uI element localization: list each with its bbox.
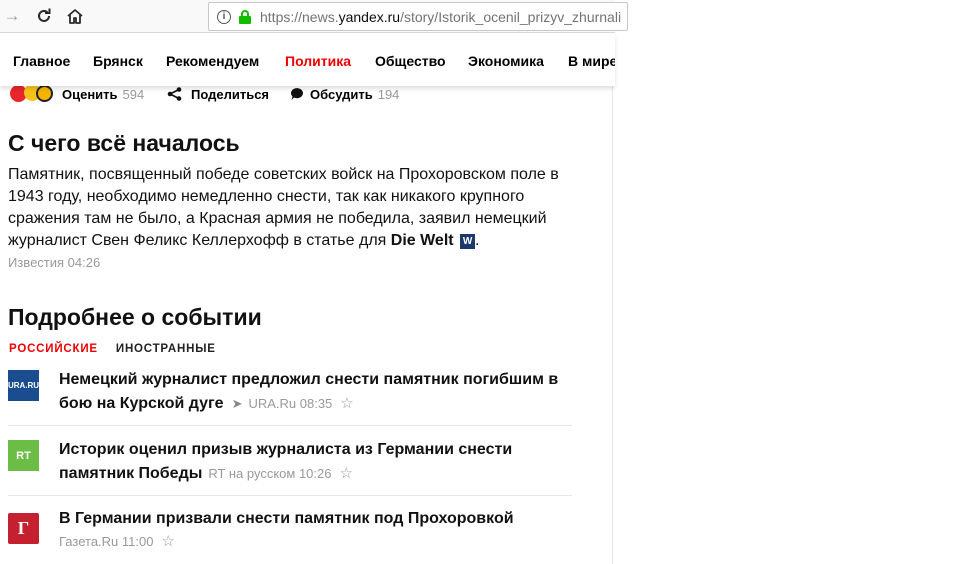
rocket-icon: ➤ (231, 396, 243, 411)
discuss-button[interactable]: Обсудить 194 (290, 87, 399, 102)
story-item[interactable]: URA.RU Немецкий журналист предложил снес… (8, 368, 572, 428)
share-icon (167, 87, 182, 101)
info-icon[interactable]: i (217, 9, 231, 24)
divider (8, 495, 572, 496)
nav-item-society[interactable]: Общество (375, 53, 446, 69)
die-welt-logo: W (460, 234, 476, 249)
nav-item-recommended[interactable]: Рекомендуем (166, 53, 259, 69)
source-link[interactable]: Die Welt (391, 232, 454, 249)
url-text: https://news.yandex.ru/story/Istorik_oce… (260, 8, 622, 25)
nav-item-main[interactable]: Главное (13, 53, 70, 69)
url-bar[interactable]: i https://news.yandex.ru/story/Istorik_o… (208, 2, 628, 31)
summary-text: Памятник, посвященный победе советских в… (8, 166, 559, 249)
nav-item-bryansk[interactable]: Брянск (93, 53, 143, 69)
browser-toolbar: → i https://news.yandex.ru/story/Istorik… (0, 0, 628, 33)
nav-item-world[interactable]: В мире (568, 53, 615, 69)
details-heading: Подробнее о событии (8, 304, 262, 330)
gazeta-ru-logo: Г (8, 513, 39, 544)
home-icon[interactable] (64, 5, 86, 27)
story-content: Оценить 594 Поделиться Обсудить 194 С чего… (0, 86, 613, 564)
category-nav: Главное Брянск Рекомендуем Политика Обще… (0, 34, 615, 86)
reaction-emoji-icon[interactable] (10, 86, 53, 104)
star-icon[interactable]: ☆ (339, 465, 352, 482)
star-icon[interactable]: ☆ (340, 395, 353, 412)
rate-button[interactable]: Оценить 594 (62, 87, 144, 102)
summary-meta: Известия 04:26 (8, 255, 101, 270)
comment-icon (290, 88, 303, 100)
story-item[interactable]: RT Историк оценил призыв журналиста из Г… (8, 438, 572, 498)
story-source[interactable]: RT на русском 10:26 (208, 466, 331, 481)
nav-item-economy[interactable]: Экономика (468, 53, 544, 69)
source-tabs: РОССИЙСКИЕ ИНОСТРАННЫЕ (9, 343, 230, 355)
share-button[interactable]: Поделиться (167, 87, 269, 102)
tab-russian[interactable]: РОССИЙСКИЕ (9, 343, 98, 355)
lock-icon (239, 9, 251, 24)
tab-foreign[interactable]: ИНОСТРАННЫЕ (116, 343, 216, 355)
star-icon[interactable]: ☆ (161, 533, 174, 550)
story-source[interactable]: Газета.Ru 11:00 (59, 534, 153, 549)
ura-ru-logo: URA.RU (8, 370, 39, 401)
story-source[interactable]: URA.Ru 08:35 (248, 396, 332, 411)
story-title[interactable]: В Германии призвали снести памятник под … (59, 507, 559, 531)
back-arrow-icon[interactable]: → (1, 5, 23, 27)
nav-item-politics[interactable]: Политика (285, 53, 351, 69)
summary-paragraph: Памятник, посвященный победе советских в… (8, 164, 588, 274)
story-item[interactable]: Г В Германии призвали снести памятник по… (8, 507, 572, 564)
divider (8, 425, 572, 426)
reload-icon[interactable] (33, 5, 55, 27)
summary-heading: С чего всё началось (8, 130, 240, 156)
rt-logo: RT (8, 440, 39, 471)
